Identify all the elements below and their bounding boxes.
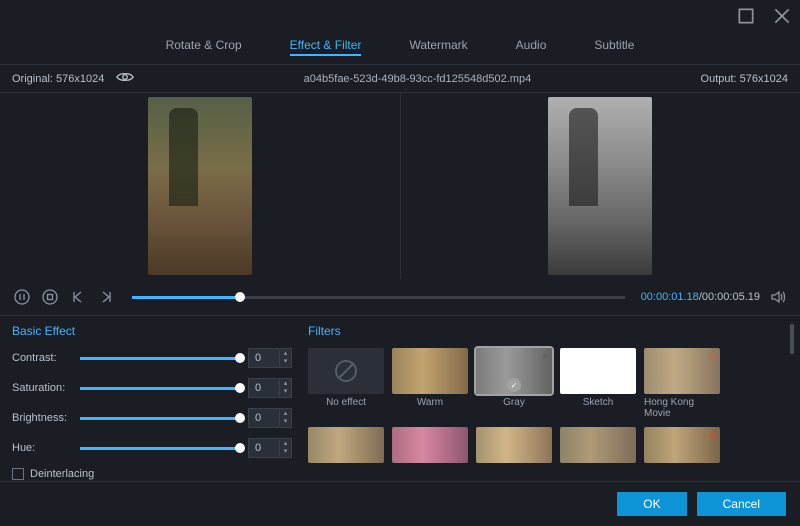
star-icon: ★ <box>708 429 718 442</box>
slider-label: Brightness: <box>12 412 72 424</box>
tab-subtitle[interactable]: Subtitle <box>594 36 634 56</box>
close-icon[interactable] <box>772 6 792 26</box>
pause-button[interactable] <box>12 287 32 307</box>
filter-hong-kong-movie[interactable]: ★ Hong Kong Movie <box>644 348 720 419</box>
filter-label: Hong Kong Movie <box>644 397 720 419</box>
contrast-slider[interactable] <box>80 357 240 360</box>
stepper-up-icon[interactable]: ▴ <box>279 350 291 358</box>
time-display: 00:00:01.18/00:00:05.19 <box>641 291 760 303</box>
timeline-slider[interactable] <box>132 296 625 299</box>
tab-rotate-crop[interactable]: Rotate & Crop <box>166 36 242 56</box>
stepper-down-icon[interactable]: ▾ <box>279 358 291 366</box>
stepper-up-icon[interactable]: ▴ <box>279 410 291 418</box>
deinterlacing-label: Deinterlacing <box>30 468 94 480</box>
maximize-icon[interactable] <box>736 6 756 26</box>
star-icon: ★ <box>540 350 550 363</box>
contrast-value-input[interactable]: 0▴▾ <box>248 348 292 368</box>
stepper-down-icon[interactable]: ▾ <box>279 448 291 456</box>
original-size-label: Original: 576x1024 <box>12 73 104 85</box>
tab-audio[interactable]: Audio <box>516 36 547 56</box>
filename-label: a04b5fae-523d-49b8-93cc-fd125548d502.mp4 <box>304 73 532 85</box>
prev-frame-button[interactable] <box>68 287 88 307</box>
deinterlacing-checkbox[interactable] <box>12 468 24 480</box>
stepper-down-icon[interactable]: ▾ <box>279 418 291 426</box>
saturation-value-input[interactable]: 0▴▾ <box>248 378 292 398</box>
filter-item[interactable] <box>392 427 468 463</box>
slider-label: Hue: <box>12 442 72 454</box>
ok-button[interactable]: OK <box>617 492 686 516</box>
eye-icon[interactable] <box>116 71 134 86</box>
saturation-slider[interactable] <box>80 387 240 390</box>
filter-label: Gray <box>503 397 525 408</box>
brightness-slider[interactable] <box>80 417 240 420</box>
slider-label: Contrast: <box>12 352 72 364</box>
filters-title: Filters <box>308 324 788 338</box>
stepper-down-icon[interactable]: ▾ <box>279 388 291 396</box>
filter-sketch[interactable]: Sketch <box>560 348 636 419</box>
cancel-button[interactable]: Cancel <box>697 492 786 516</box>
check-icon: ✓ <box>507 378 521 392</box>
stepper-up-icon[interactable]: ▴ <box>279 380 291 388</box>
volume-icon[interactable] <box>768 287 788 307</box>
basic-effect-title: Basic Effect <box>12 324 292 338</box>
filter-item[interactable] <box>560 427 636 463</box>
filter-item[interactable] <box>308 427 384 463</box>
next-frame-button[interactable] <box>96 287 116 307</box>
filter-label: Warm <box>417 397 443 408</box>
output-size-label: Output: 576x1024 <box>701 73 788 85</box>
filter-warm[interactable]: Warm <box>392 348 468 419</box>
filter-label: Sketch <box>583 397 614 408</box>
filter-item[interactable]: ★ <box>644 427 720 463</box>
output-preview <box>548 97 652 275</box>
brightness-value-input[interactable]: 0▴▾ <box>248 408 292 428</box>
tab-watermark[interactable]: Watermark <box>409 36 467 56</box>
filter-no-effect[interactable]: No effect <box>308 348 384 419</box>
stop-button[interactable] <box>40 287 60 307</box>
stepper-up-icon[interactable]: ▴ <box>279 440 291 448</box>
original-preview <box>148 97 252 275</box>
star-icon: ★ <box>708 350 718 363</box>
tab-effect-filter[interactable]: Effect & Filter <box>290 36 362 56</box>
slider-label: Saturation: <box>12 382 72 394</box>
hue-slider[interactable] <box>80 447 240 450</box>
filter-gray[interactable]: ★ ✓ Gray <box>476 348 552 419</box>
filter-item[interactable] <box>476 427 552 463</box>
hue-value-input[interactable]: 0▴▾ <box>248 438 292 458</box>
filter-label: No effect <box>326 397 366 408</box>
filters-scrollbar[interactable] <box>790 324 794 354</box>
